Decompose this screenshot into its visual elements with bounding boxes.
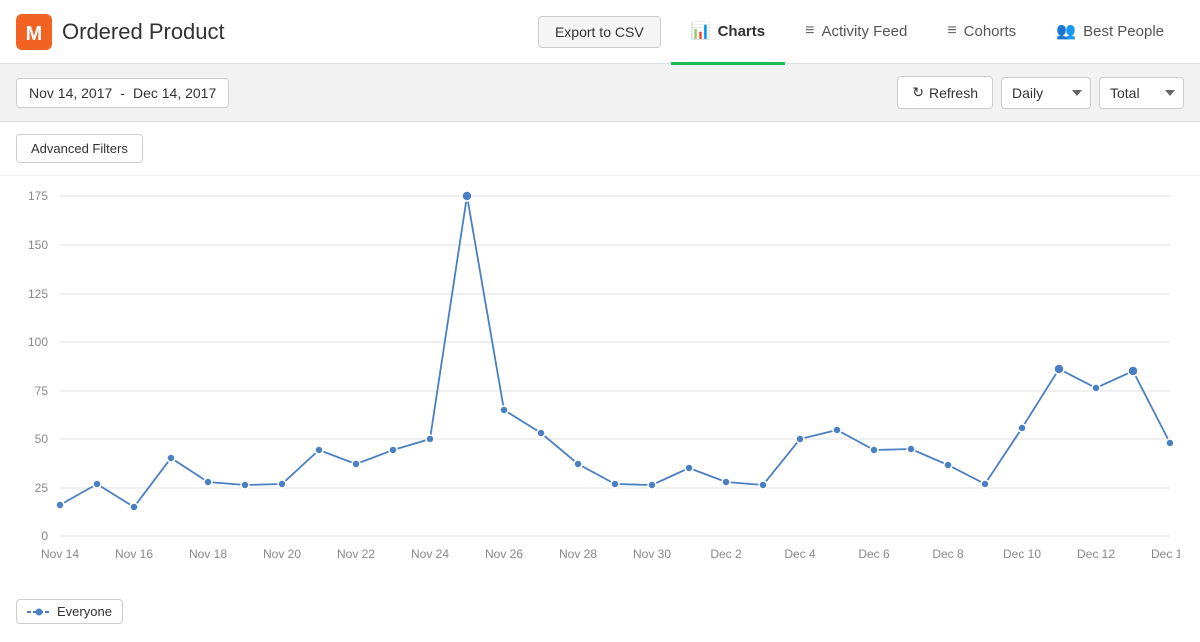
toolbar-right: ↻ Refresh Daily Weekly Monthly Total Uni…	[897, 76, 1184, 109]
cohorts-icon: ≡	[947, 22, 956, 40]
date-start: Nov 14, 2017	[29, 85, 112, 101]
svg-text:Nov 28: Nov 28	[559, 547, 597, 561]
svg-text:50: 50	[35, 432, 49, 446]
svg-text:0: 0	[41, 529, 48, 543]
metric-select[interactable]: Total Unique	[1099, 77, 1184, 109]
app-logo-icon: M	[16, 14, 52, 50]
svg-text:Dec 12: Dec 12	[1077, 547, 1115, 561]
line-chart: .grid-line { stroke: #e0e0e0; stroke-wid…	[10, 186, 1180, 576]
svg-text:Dec 2: Dec 2	[710, 547, 742, 561]
export-csv-button[interactable]: Export to CSV	[538, 16, 661, 48]
svg-text:Dec 8: Dec 8	[932, 547, 964, 561]
refresh-label: Refresh	[929, 85, 978, 101]
tab-best-people-label: Best People	[1083, 23, 1164, 40]
svg-text:25: 25	[35, 481, 49, 495]
svg-text:100: 100	[28, 335, 48, 349]
svg-text:Nov 20: Nov 20	[263, 547, 301, 561]
svg-text:Nov 18: Nov 18	[189, 547, 227, 561]
best-people-icon: 👥	[1056, 21, 1076, 41]
page-title: Ordered Product	[62, 19, 225, 45]
tab-charts-label: Charts	[718, 23, 766, 40]
svg-text:175: 175	[28, 189, 48, 203]
svg-text:Nov 16: Nov 16	[115, 547, 153, 561]
tab-charts[interactable]: 📊 Charts	[671, 1, 785, 65]
legend-everyone: Everyone	[16, 599, 123, 624]
refresh-icon: ↻	[912, 84, 924, 101]
svg-text:Nov 30: Nov 30	[633, 547, 671, 561]
svg-text:Nov 14: Nov 14	[41, 547, 79, 561]
svg-text:Nov 22: Nov 22	[337, 547, 375, 561]
filters-bar: Advanced Filters	[0, 122, 1200, 176]
advanced-filters-button[interactable]: Advanced Filters	[16, 134, 143, 163]
tab-activity-feed-label: Activity Feed	[821, 23, 907, 40]
legend-label: Everyone	[57, 604, 112, 619]
svg-text:Nov 24: Nov 24	[411, 547, 449, 561]
chart-legend: Everyone	[0, 591, 1200, 636]
svg-text:125: 125	[28, 287, 48, 301]
date-range-picker[interactable]: Nov 14, 2017 - Dec 14, 2017	[16, 78, 229, 108]
refresh-button[interactable]: ↻ Refresh	[897, 76, 993, 109]
logo-area: M Ordered Product	[16, 14, 538, 50]
tab-activity-feed[interactable]: ≡ Activity Feed	[785, 1, 927, 65]
svg-text:Dec 14: Dec 14	[1151, 547, 1180, 561]
charts-icon: 📊	[691, 21, 711, 41]
svg-text:Dec 10: Dec 10	[1003, 547, 1041, 561]
svg-text:Nov 26: Nov 26	[485, 547, 523, 561]
date-separator: -	[120, 85, 125, 101]
tab-cohorts-label: Cohorts	[964, 23, 1017, 40]
svg-text:Dec 6: Dec 6	[858, 547, 890, 561]
header-center: Export to CSV	[538, 16, 671, 48]
tab-cohorts[interactable]: ≡ Cohorts	[927, 1, 1036, 65]
app-header: M Ordered Product Export to CSV 📊 Charts…	[0, 0, 1200, 64]
svg-text:150: 150	[28, 238, 48, 252]
chart-container: .grid-line { stroke: #e0e0e0; stroke-wid…	[0, 176, 1200, 591]
main-nav: 📊 Charts ≡ Activity Feed ≡ Cohorts 👥 Bes…	[671, 0, 1184, 64]
svg-text:M: M	[26, 23, 43, 45]
tab-best-people[interactable]: 👥 Best People	[1036, 1, 1184, 65]
chart-wrap: .grid-line { stroke: #e0e0e0; stroke-wid…	[10, 186, 1184, 581]
activity-feed-icon: ≡	[805, 22, 814, 40]
legend-line-icon	[27, 607, 51, 617]
granularity-select[interactable]: Daily Weekly Monthly	[1001, 77, 1091, 109]
svg-text:75: 75	[35, 384, 49, 398]
toolbar: Nov 14, 2017 - Dec 14, 2017 ↻ Refresh Da…	[0, 64, 1200, 122]
svg-text:Dec 4: Dec 4	[784, 547, 816, 561]
date-end: Dec 14, 2017	[133, 85, 216, 101]
